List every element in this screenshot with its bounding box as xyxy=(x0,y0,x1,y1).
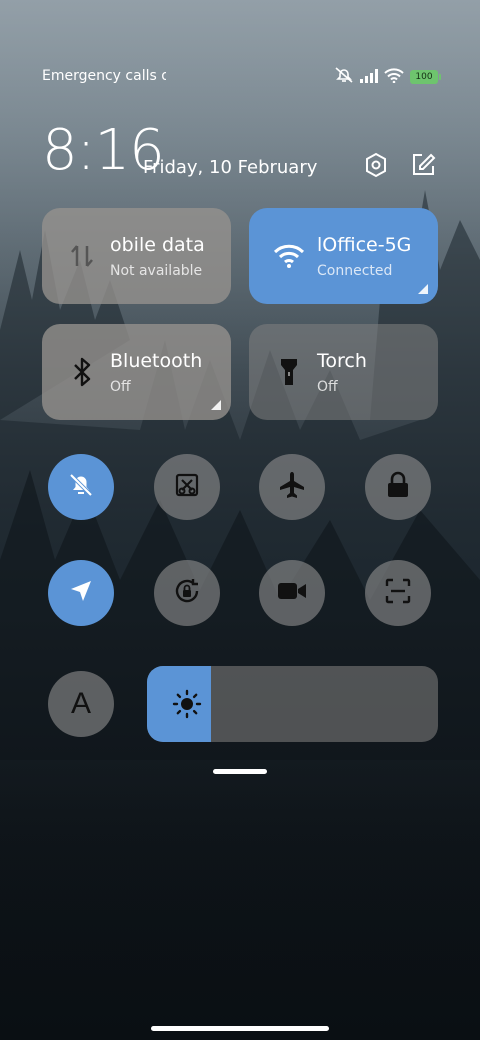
scanner-toggle[interactable] xyxy=(365,560,431,626)
wifi-title: lOffice-5G xyxy=(317,234,412,256)
home-indicator[interactable] xyxy=(151,1026,329,1031)
rotation-lock-toggle[interactable] xyxy=(154,560,220,626)
expand-corner-icon[interactable] xyxy=(211,400,221,410)
scissors-icon xyxy=(173,471,201,503)
screen-recorder-toggle[interactable] xyxy=(259,560,325,626)
mobile-data-subtitle: Not available xyxy=(110,263,203,279)
lock-icon xyxy=(385,471,411,503)
expand-corner-icon[interactable] xyxy=(418,284,428,294)
auto-brightness-toggle[interactable]: A xyxy=(48,671,114,737)
auto-brightness-label: A xyxy=(70,687,91,720)
wifi-icon xyxy=(273,240,305,272)
location-toggle[interactable] xyxy=(48,560,114,626)
wifi-tile[interactable]: lOffice-5G Connected xyxy=(249,208,438,304)
data-arrows-icon xyxy=(66,240,98,272)
navigation-arrow-icon xyxy=(68,578,94,608)
torch-subtitle: Off xyxy=(317,379,338,395)
torch-title: Torch xyxy=(317,350,367,372)
bluetooth-icon xyxy=(66,356,98,388)
bluetooth-subtitle: Off xyxy=(110,379,131,395)
airplane-icon xyxy=(277,470,307,504)
lock-screen-toggle[interactable] xyxy=(365,454,431,520)
mobile-data-title: obile data xyxy=(110,234,205,256)
signal-icon xyxy=(360,68,378,87)
flashlight-icon xyxy=(273,356,305,388)
torch-tile[interactable]: Torch Off xyxy=(249,324,438,420)
wifi-subtitle: Connected xyxy=(317,263,393,279)
mobile-data-tile[interactable]: obile data Not available xyxy=(42,208,231,304)
status-bar: Emergency calls o 100 xyxy=(42,62,441,90)
settings-icon[interactable] xyxy=(361,150,391,180)
sun-icon xyxy=(171,688,203,720)
wifi-icon xyxy=(384,67,404,87)
edit-icon[interactable] xyxy=(408,150,438,180)
rotation-lock-icon xyxy=(172,576,202,610)
status-icons: 100 xyxy=(334,66,441,88)
screenshot-toggle[interactable] xyxy=(154,454,220,520)
mute-icon xyxy=(334,66,354,88)
panel-drag-handle[interactable] xyxy=(213,769,267,774)
battery-icon: 100 xyxy=(410,70,441,84)
bluetooth-tile[interactable]: Bluetooth Off xyxy=(42,324,231,420)
video-camera-icon xyxy=(277,580,307,606)
airplane-mode-toggle[interactable] xyxy=(259,454,325,520)
carrier-text: Emergency calls o xyxy=(42,68,166,84)
date-label: Friday, 10 February xyxy=(143,157,318,178)
silent-mode-toggle[interactable] xyxy=(48,454,114,520)
scan-icon xyxy=(384,577,412,609)
bell-off-icon xyxy=(67,471,95,503)
bluetooth-title: Bluetooth xyxy=(110,350,203,372)
brightness-slider[interactable] xyxy=(147,666,438,742)
